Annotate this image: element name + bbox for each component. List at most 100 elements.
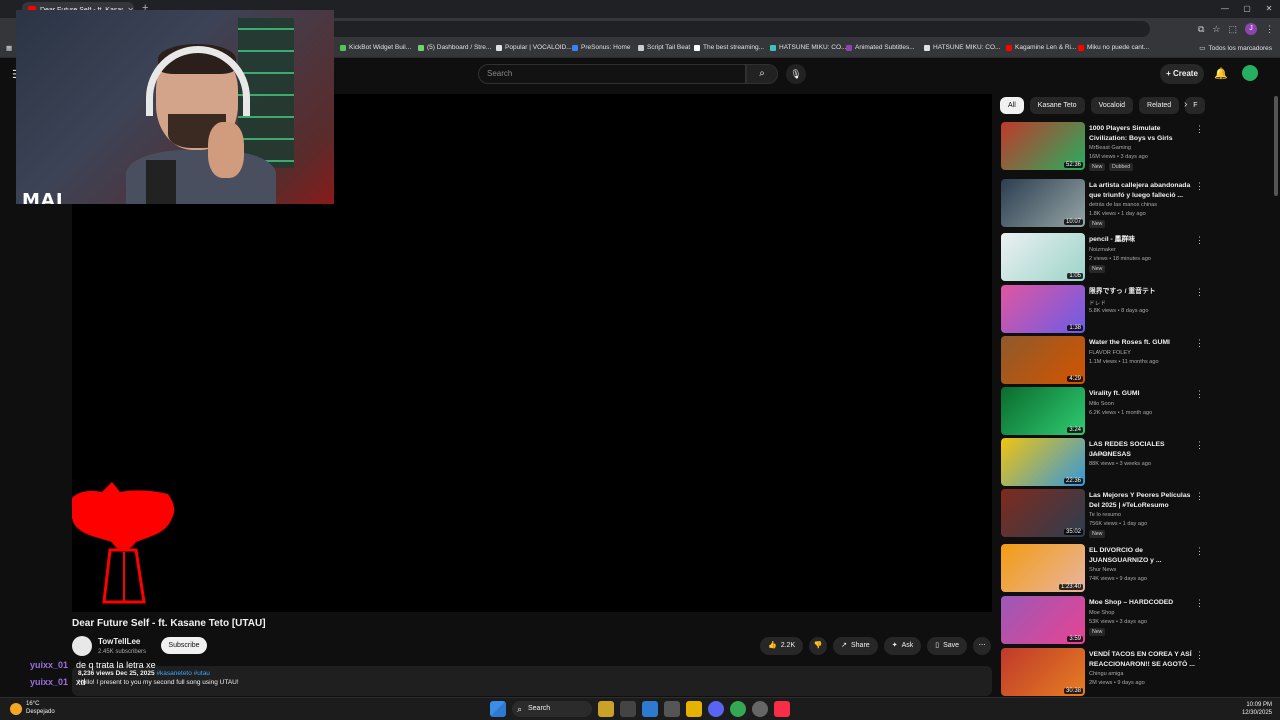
more-vert-icon[interactable]: ⋮ (1195, 181, 1204, 192)
related-title[interactable]: Moe Shop – HARDCODED (1089, 598, 1197, 608)
video-thumbnail[interactable]: 4:29 (1001, 336, 1085, 384)
music-app-icon[interactable] (774, 701, 790, 717)
hashtags[interactable]: #kasaneteto #utau (156, 670, 210, 677)
search-input[interactable]: Search (478, 64, 746, 84)
related-title[interactable]: La artista callejera abandonada que triu… (1089, 181, 1197, 200)
edge-icon[interactable] (642, 701, 658, 717)
subscribe-button[interactable]: Subscribe (161, 637, 207, 654)
chrome-icon[interactable] (730, 701, 746, 717)
related-channel[interactable]: MrBeast Gaming (1089, 145, 1131, 151)
bookmark-item[interactable]: Popular | VOCALOID... (496, 44, 572, 51)
file-explorer-icon[interactable] (686, 701, 702, 717)
scrollbar[interactable] (1274, 96, 1278, 196)
bookmark-item[interactable]: (5) Dashboard / Stre... (418, 44, 491, 51)
bookmark-item[interactable]: The best streaming... (694, 44, 764, 51)
video-thumbnail[interactable]: 22:36 (1001, 438, 1085, 486)
related-video-item[interactable]: 1:23:40 EL DIVORCIO de JUANSGUARNIZO y ..… (1001, 544, 1204, 592)
video-thumbnail[interactable]: 1:05 (1001, 233, 1085, 281)
bookmark-item[interactable]: HATSUNE MIKU: CO... (770, 44, 846, 51)
related-channel[interactable]: Chingu amiga (1089, 671, 1124, 677)
bookmark-item[interactable]: KickBot Widget Buil... (340, 44, 411, 51)
avatar[interactable] (1242, 65, 1258, 81)
minimize-icon[interactable]: — (1214, 0, 1236, 18)
all-bookmarks[interactable]: ▭ Todos los marcadores (1199, 44, 1272, 53)
bookmark-item[interactable]: Kagamine Len & Ri... (1006, 44, 1076, 51)
related-video-item[interactable]: 1:05 pencil - 鳳群味 Noizmaker 2 views • 18 mi… (1001, 233, 1204, 281)
video-thumbnail[interactable]: 10:07 (1001, 179, 1085, 227)
maximize-icon[interactable]: ▢ (1236, 0, 1258, 18)
chip-all[interactable]: All (1000, 97, 1024, 114)
related-video-item[interactable]: 4:29 Water the Roses ft. GUMI FLAVOR FOLEY… (1001, 336, 1204, 384)
channel-name[interactable]: TowTellLee (98, 637, 140, 646)
chip-more[interactable]: F (1185, 97, 1206, 114)
close-window-icon[interactable]: ✕ (1258, 0, 1280, 18)
opera-icon[interactable] (664, 701, 680, 717)
related-channel[interactable]: Moe Shop (1089, 610, 1115, 616)
clock[interactable]: 10:09 PM 12/30/2025 (1242, 701, 1272, 717)
related-title[interactable]: Water the Roses ft. GUMI (1089, 338, 1197, 348)
more-vert-icon[interactable]: ⋮ (1195, 124, 1204, 135)
settings-icon[interactable] (752, 701, 768, 717)
chip-related[interactable]: Related (1139, 97, 1180, 114)
apps-icon[interactable]: ▦ (6, 44, 12, 52)
related-title[interactable]: pencil - 鳳群味 (1089, 235, 1197, 245)
related-video-item[interactable]: 1:38 限界ですっ / 重音テト ドレド 5.8K views • 8 days a… (1001, 285, 1204, 333)
save-button[interactable]: ▯ Save (927, 637, 968, 655)
video-thumbnail[interactable]: 1:38 (1001, 285, 1085, 333)
bookmark-item[interactable]: Miku no puede cant... (1078, 44, 1149, 51)
more-vert-icon[interactable]: ⋮ (1195, 491, 1204, 502)
related-video-item[interactable]: 10:07 La artista callejera abandonada que… (1001, 179, 1204, 228)
related-video-item[interactable]: 3:24 Virality ft. GUMI Milo Soon 6.2K views… (1001, 387, 1204, 435)
microphone-icon[interactable]: 🎙 (786, 64, 806, 84)
star-icon[interactable]: ☆ (1212, 21, 1220, 37)
related-title[interactable]: VENDÍ TACOS EN COREA Y ASÍ REACCIONARON!… (1089, 650, 1197, 669)
related-channel[interactable]: Te lo resumo (1089, 512, 1121, 518)
video-thumbnail[interactable]: 35:02 (1001, 489, 1085, 537)
video-thumbnail[interactable]: 1:23:40 (1001, 544, 1085, 592)
notifications-bell-icon[interactable]: 🔔 (1214, 64, 1228, 84)
video-thumbnail[interactable]: 30:38 (1001, 648, 1085, 696)
task-view-icon[interactable] (620, 701, 636, 717)
extensions-icon[interactable]: ⬚ (1228, 21, 1237, 37)
related-video-item[interactable]: 3:59 Moe Shop – HARDCODED Moe Shop 53K view… (1001, 596, 1204, 644)
related-title[interactable]: EL DIVORCIO de JUANSGUARNIZO y ... (1089, 546, 1197, 565)
more-vert-icon[interactable]: ⋮ (1195, 598, 1204, 609)
related-channel[interactable]: ドレド (1089, 299, 1106, 307)
related-title[interactable]: Las Mejores Y Peores Películas Del 2025 … (1089, 491, 1197, 510)
bookmark-item[interactable]: HATSUNE MIKU: CO... (924, 44, 1000, 51)
related-title[interactable]: 1000 Players Simulate Civilization: Boys… (1089, 124, 1197, 143)
ask-button[interactable]: ✦ Ask (883, 637, 922, 655)
related-channel[interactable]: Laerion (1089, 452, 1108, 458)
video-thumbnail[interactable]: 3:59 (1001, 596, 1085, 644)
chip-vocaloid[interactable]: Vocaloid (1090, 97, 1134, 114)
related-video-item[interactable]: 22:36 LAS REDES SOCIALES JAPONESAS Laerion… (1001, 438, 1204, 486)
like-button[interactable]: 👍 2.2K (760, 637, 804, 655)
start-icon[interactable] (490, 701, 506, 717)
taskbar-search[interactable]: Search (512, 701, 592, 717)
dislike-button[interactable]: 👎 (809, 637, 828, 655)
install-icon[interactable]: ⧉ (1198, 21, 1204, 37)
video-thumbnail[interactable]: 52:36 (1001, 122, 1085, 170)
chip-kasane-teto[interactable]: Kasane Teto (1029, 97, 1085, 114)
create-button[interactable]: + Create (1160, 64, 1204, 84)
discord-icon[interactable] (708, 701, 724, 717)
related-channel[interactable]: Noizmaker (1089, 247, 1116, 253)
more-vert-icon[interactable]: ⋮ (1195, 546, 1204, 557)
description-box[interactable]: 8,236 views Dec 25, 2025 #kasaneteto #ut… (72, 666, 992, 696)
widgets-icon[interactable] (598, 701, 614, 717)
more-vert-icon[interactable]: ⋮ (1195, 440, 1204, 451)
search-icon[interactable]: ⌕ (746, 64, 778, 84)
related-video-item[interactable]: 35:02 Las Mejores Y Peores Películas Del … (1001, 489, 1204, 538)
related-title[interactable]: Virality ft. GUMI (1089, 389, 1197, 399)
share-button[interactable]: ↗ Share (833, 637, 878, 655)
profile-icon[interactable]: J (1245, 21, 1257, 37)
weather-widget[interactable]: 16°C Despejado (10, 700, 55, 716)
chevron-right-icon[interactable]: › (1184, 99, 1187, 110)
more-vert-icon[interactable]: ⋮ (1195, 650, 1204, 661)
related-channel[interactable]: Milo Soon (1089, 401, 1114, 407)
related-channel[interactable]: FLAVOR FOLEY (1089, 350, 1131, 356)
related-video-item[interactable]: 52:36 1000 Players Simulate Civilization:… (1001, 122, 1204, 171)
more-vert-icon[interactable]: ⋮ (1195, 235, 1204, 246)
bookmark-item[interactable]: PreSonus: Home (572, 44, 631, 51)
more-vert-icon[interactable]: ⋮ (1195, 338, 1204, 349)
